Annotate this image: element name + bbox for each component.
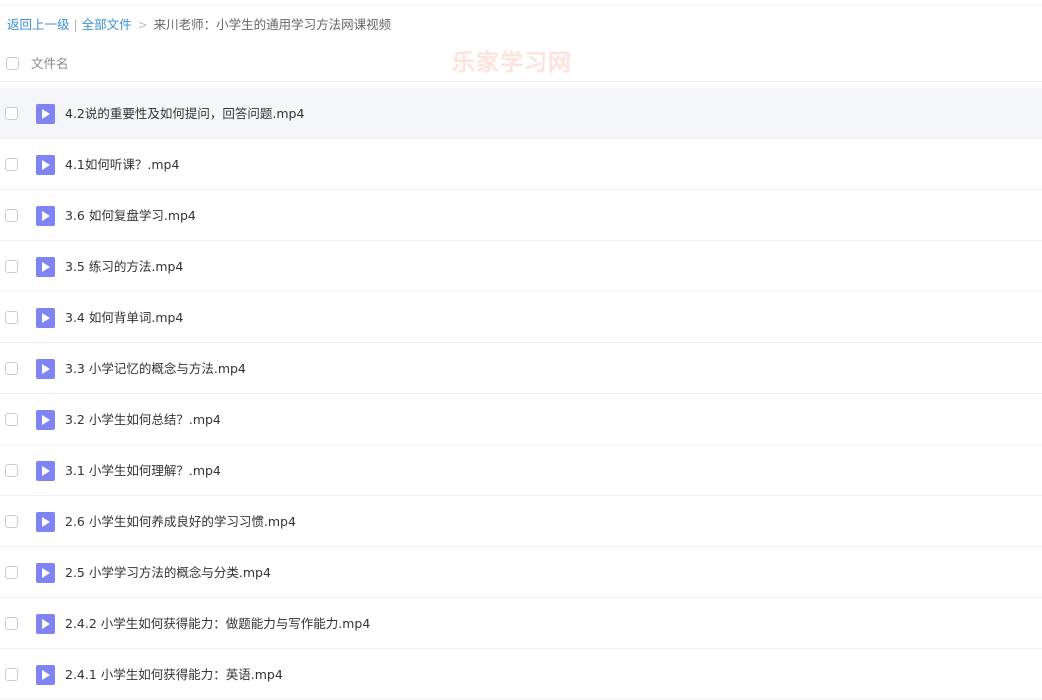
file-row-checkbox[interactable] [5,617,18,630]
video-file-icon [36,308,55,328]
file-list: 4.2说的重要性及如何提问，回答问题.mp4 4.1如何听课？.mp4 3.6 如何… [0,88,1042,700]
file-row[interactable]: 4.2说的重要性及如何提问，回答问题.mp4 [0,88,1042,139]
video-file-icon [36,665,55,685]
file-row[interactable]: 3.5 练习的方法.mp4 [0,241,1042,292]
file-name[interactable]: 2.4.2 小学生如何获得能力：做题能力与写作能力.mp4 [65,615,370,633]
video-file-icon [36,206,55,226]
file-row[interactable]: 3.2 小学生如何总结？.mp4 [0,394,1042,445]
file-name[interactable]: 2.4.1 小学生如何获得能力：英语.mp4 [65,666,283,684]
file-row[interactable]: 2.6 小学生如何养成良好的学习习惯.mp4 [0,496,1042,547]
file-row[interactable]: 3.3 小学记忆的概念与方法.mp4 [0,343,1042,394]
file-row[interactable]: 2.5 小学学习方法的概念与分类.mp4 [0,547,1042,598]
file-row-checkbox[interactable] [5,362,18,375]
file-row[interactable]: 4.1如何听课？.mp4 [0,139,1042,190]
file-row-checkbox[interactable] [5,209,18,222]
file-name[interactable]: 4.1如何听课？.mp4 [65,156,179,174]
video-file-icon [36,461,55,481]
file-row-checkbox[interactable] [5,668,18,681]
file-row-checkbox[interactable] [5,413,18,426]
breadcrumb: 返回上一级 | 全部文件 > 来川老师：小学生的通用学习方法网课视频 [7,16,391,34]
video-file-icon [36,614,55,634]
file-row-checkbox[interactable] [5,311,18,324]
back-link[interactable]: 返回上一级 [7,16,70,34]
video-file-icon [36,257,55,277]
file-row[interactable]: 3.1 小学生如何理解？.mp4 [0,445,1042,496]
all-files-link[interactable]: 全部文件 [82,16,132,34]
file-name[interactable]: 3.6 如何复盘学习.mp4 [65,207,196,225]
breadcrumb-chevron: > [137,18,148,32]
video-file-icon [36,563,55,583]
file-row-checkbox[interactable] [5,107,18,120]
file-name[interactable]: 3.2 小学生如何总结？.mp4 [65,411,221,429]
video-file-icon [36,155,55,175]
file-name[interactable]: 3.4 如何背单词.mp4 [65,309,183,327]
video-file-icon [36,512,55,532]
file-row-checkbox[interactable] [5,158,18,171]
file-name[interactable]: 2.5 小学学习方法的概念与分类.mp4 [65,564,271,582]
file-row[interactable]: 2.4.2 小学生如何获得能力：做题能力与写作能力.mp4 [0,598,1042,649]
file-row-checkbox[interactable] [5,566,18,579]
file-row-checkbox[interactable] [5,515,18,528]
file-name[interactable]: 3.1 小学生如何理解？.mp4 [65,462,221,480]
select-all-checkbox[interactable] [6,57,19,70]
file-name[interactable]: 3.5 练习的方法.mp4 [65,258,183,276]
file-row[interactable]: 3.6 如何复盘学习.mp4 [0,190,1042,241]
top-divider [0,4,1042,5]
watermark-text: 乐家学习网 [452,50,572,76]
video-file-icon [36,359,55,379]
file-row[interactable]: 3.4 如何背单词.mp4 [0,292,1042,343]
file-name[interactable]: 4.2说的重要性及如何提问，回答问题.mp4 [65,105,304,123]
file-row[interactable]: 2.4.1 小学生如何获得能力：英语.mp4 [0,649,1042,700]
file-row-checkbox[interactable] [5,260,18,273]
current-folder: 来川老师：小学生的通用学习方法网课视频 [153,17,392,32]
file-row-checkbox[interactable] [5,464,18,477]
breadcrumb-separator: | [73,18,78,32]
file-name[interactable]: 2.6 小学生如何养成良好的学习习惯.mp4 [65,513,296,531]
column-header-filename[interactable]: 文件名 [31,55,69,73]
video-file-icon [36,104,55,124]
video-file-icon [36,410,55,430]
file-name[interactable]: 3.3 小学记忆的概念与方法.mp4 [65,360,246,378]
